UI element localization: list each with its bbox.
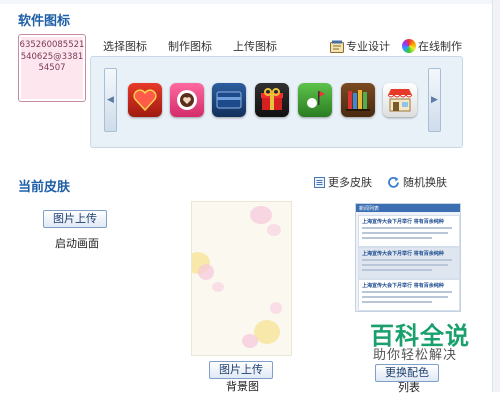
list-item-title: 上海宣传大会下月举行 将有百余纯种	[362, 219, 444, 225]
change-color-button[interactable]: 更换配色	[375, 364, 439, 382]
splash-label: 启动画面	[55, 237, 99, 250]
chevron-right-icon: ▶	[431, 95, 438, 105]
icon-preview-box[interactable]: 635260085521540625@338154507	[18, 34, 86, 102]
text-line	[362, 269, 432, 271]
more-skins-link[interactable]: 更多皮肤	[314, 174, 372, 190]
list-item: 上海宣传大会下月举行 将有百余纯种	[358, 279, 460, 311]
current-skin-title: 当前皮肤	[18, 180, 71, 195]
coffee-heart-app-icon[interactable]	[170, 83, 204, 117]
text-line	[362, 301, 432, 303]
scrollbar[interactable]	[492, 0, 500, 392]
top-edge	[0, 0, 500, 4]
random-skin-link[interactable]: 随机换肤	[387, 174, 447, 190]
online-make-link[interactable]: 在线制作	[402, 38, 462, 54]
text-line	[362, 291, 452, 293]
upload-splash-button[interactable]: 图片上传	[43, 210, 107, 228]
upload-background-button[interactable]: 图片上传	[209, 361, 273, 379]
text-line	[362, 227, 452, 229]
design-tool-icon	[330, 40, 344, 53]
flower-decoration	[198, 264, 214, 280]
carousel-next-button[interactable]: ▶	[428, 68, 441, 132]
online-make-label: 在线制作	[418, 40, 462, 53]
books-app-icon[interactable]	[341, 83, 375, 117]
list-item: 上海宣传大会下月举行 将有百余纯种	[358, 215, 460, 247]
icon-preview-text: 635260085521540625@338154507	[19, 40, 85, 73]
tab-upload-icon[interactable]: 上传图标	[233, 38, 277, 54]
flower-decoration	[270, 302, 282, 314]
wallet-app-icon[interactable]	[212, 83, 246, 117]
golf-app-icon[interactable]	[298, 83, 332, 117]
watermark-subtitle: 助你轻松解决	[373, 348, 458, 363]
list-icon	[314, 176, 325, 188]
text-line	[362, 259, 452, 261]
preview-label: 列表	[398, 381, 420, 394]
list-preview: 新闻列表 上海宣传大会下月举行 将有百余纯种 上海宣传大会下月举行 将有百余纯种…	[355, 203, 461, 312]
color-wheel-icon	[402, 39, 416, 53]
text-line	[362, 264, 448, 266]
background-preview-image	[191, 201, 292, 356]
flower-decoration	[250, 206, 272, 224]
random-skin-label: 随机换肤	[403, 176, 447, 189]
software-icons-title: 软件图标	[18, 14, 71, 29]
flower-decoration	[267, 224, 281, 236]
professional-design-label: 专业设计	[346, 40, 390, 53]
tab-select-icon[interactable]: 选择图标	[103, 38, 147, 54]
carousel-prev-button[interactable]: ◀	[104, 68, 117, 132]
flower-decoration	[242, 334, 258, 348]
shop-app-icon[interactable]	[383, 83, 417, 117]
text-line	[362, 232, 448, 234]
flower-decoration	[212, 282, 224, 292]
background-label: 背景图	[226, 380, 259, 393]
list-item: 上海宣传大会下月举行 将有百余纯种	[358, 247, 460, 279]
list-item-title: 上海宣传大会下月举行 将有百余纯种	[362, 283, 444, 289]
text-line	[362, 296, 448, 298]
preview-header-text: 新闻列表	[359, 206, 380, 212]
heart-app-icon[interactable]	[128, 83, 162, 117]
more-skins-label: 更多皮肤	[328, 176, 372, 189]
gift-app-icon[interactable]	[255, 83, 289, 117]
text-line	[362, 237, 432, 239]
list-item-title: 上海宣传大会下月举行 将有百余纯种	[362, 251, 444, 257]
refresh-icon	[387, 176, 400, 189]
preview-header: 新闻列表	[356, 204, 460, 212]
tab-make-icon[interactable]: 制作图标	[168, 38, 212, 54]
professional-design-link[interactable]: 专业设计	[330, 38, 390, 54]
chevron-left-icon: ◀	[107, 95, 114, 105]
